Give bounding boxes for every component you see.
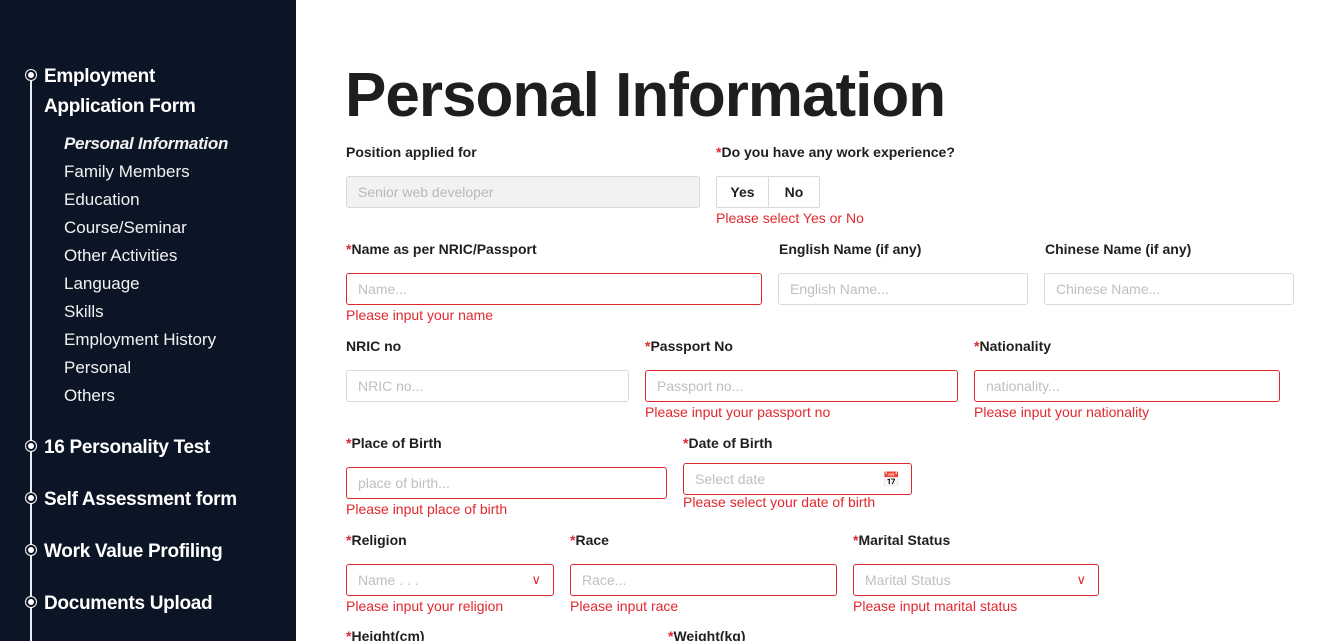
name-input[interactable]: Name... [346, 273, 762, 305]
timeline-dot-icon [26, 597, 36, 607]
name-label: *Name as per NRIC/Passport [346, 241, 537, 257]
sub-step-other-activities[interactable]: Other Activities [64, 242, 228, 270]
timeline-dot-icon [26, 545, 36, 555]
calendar-icon: 📅 [882, 471, 900, 487]
marital-status-placeholder: Marital Status [865, 572, 951, 588]
marital-status-select[interactable]: Marital Status ∨ [853, 564, 1099, 596]
step-label: Work Value Profiling [44, 541, 223, 562]
nric-input[interactable]: NRIC no... [346, 370, 629, 402]
place-of-birth-error: Please input place of birth [346, 501, 508, 517]
marital-status-label-text: Marital Status [858, 532, 951, 548]
chinese-name-label: Chinese Name (if any) [1045, 241, 1192, 257]
place-of-birth-label-text: Place of Birth [351, 435, 442, 451]
weight-label-text: Weight(kg) [673, 628, 746, 641]
sub-step-personal-information[interactable]: Personal Information [64, 130, 228, 158]
race-error: Please input race [570, 598, 679, 614]
religion-placeholder: Name . . . [358, 572, 419, 588]
sub-step-language[interactable]: Language [64, 270, 228, 298]
height-label: *Height(cm) [346, 628, 425, 641]
sub-step-course-seminar[interactable]: Course/Seminar [64, 214, 228, 242]
work-experience-toggle: Yes No [716, 176, 820, 208]
marital-status-error: Please input marital status [853, 598, 1018, 614]
sub-step-others[interactable]: Others [64, 382, 228, 410]
step-label: 16 Personality Test [44, 437, 211, 458]
step-label-line1: Employment [44, 66, 156, 87]
weight-label: *Weight(kg) [668, 628, 746, 641]
timeline-dot-icon [26, 441, 36, 451]
nationality-label: *Nationality [974, 338, 1051, 354]
sidebar: Employment Application Form Personal Inf… [0, 0, 296, 641]
sub-step-skills[interactable]: Skills [64, 298, 228, 326]
yes-button[interactable]: Yes [717, 177, 768, 207]
name-error: Please input your name [346, 307, 494, 323]
main-content: Personal Information Position applied fo… [296, 0, 1321, 641]
marital-status-label: *Marital Status [853, 532, 950, 548]
sub-step-family-members[interactable]: Family Members [64, 158, 228, 186]
religion-error: Please input your religion [346, 598, 504, 614]
page-title: Personal Information [345, 61, 946, 130]
name-label-text: Name as per NRIC/Passport [351, 241, 537, 257]
religion-label-text: Religion [351, 532, 407, 548]
position-label: Position applied for [346, 144, 477, 160]
date-of-birth-error: Please select your date of birth [683, 494, 876, 510]
sub-step-education[interactable]: Education [64, 186, 228, 214]
step-label: Documents Upload [44, 593, 213, 614]
work-experience-label: *Do you have any work experience? [716, 144, 955, 160]
religion-select[interactable]: Name . . . ∨ [346, 564, 554, 596]
no-button[interactable]: No [768, 177, 819, 207]
step-label-line2: Application Form [44, 96, 196, 117]
english-name-label: English Name (if any) [779, 241, 922, 257]
race-label: *Race [570, 532, 609, 548]
place-of-birth-label: *Place of Birth [346, 435, 442, 451]
date-of-birth-label: *Date of Birth [683, 435, 772, 451]
date-of-birth-placeholder: Select date [695, 471, 766, 487]
chinese-name-input[interactable]: Chinese Name... [1044, 273, 1294, 305]
place-of-birth-input[interactable]: place of birth... [346, 467, 667, 499]
date-of-birth-picker[interactable]: Select date 📅 [683, 463, 912, 495]
work-experience-label-text: Do you have any work experience? [721, 144, 955, 160]
sub-step-personal[interactable]: Personal [64, 354, 228, 382]
sub-step-list: Personal Information Family Members Educ… [64, 130, 228, 410]
nationality-error: Please input your nationality [974, 404, 1150, 420]
religion-label: *Religion [346, 532, 407, 548]
sub-step-employment-history[interactable]: Employment History [64, 326, 228, 354]
nationality-label-text: Nationality [979, 338, 1052, 354]
race-input[interactable]: Race... [570, 564, 837, 596]
timeline-dot-icon [26, 493, 36, 503]
timeline-line [30, 74, 32, 641]
position-input: Senior web developer [346, 176, 700, 208]
nationality-input[interactable]: nationality... [974, 370, 1280, 402]
english-name-input[interactable]: English Name... [778, 273, 1028, 305]
nric-label: NRIC no [346, 338, 402, 354]
step-label: Self Assessment form [44, 489, 237, 510]
passport-label-text: Passport No [650, 338, 733, 354]
timeline-dot-icon [26, 70, 36, 80]
passport-label: *Passport No [645, 338, 733, 354]
date-of-birth-label-text: Date of Birth [688, 435, 773, 451]
height-label-text: Height(cm) [351, 628, 425, 641]
chevron-down-icon: ∨ [1076, 572, 1086, 587]
work-experience-error: Please select Yes or No [716, 210, 864, 226]
chevron-down-icon: ∨ [531, 572, 541, 587]
race-label-text: Race [575, 532, 609, 548]
passport-error: Please input your passport no [645, 404, 831, 420]
passport-input[interactable]: Passport no... [645, 370, 958, 402]
